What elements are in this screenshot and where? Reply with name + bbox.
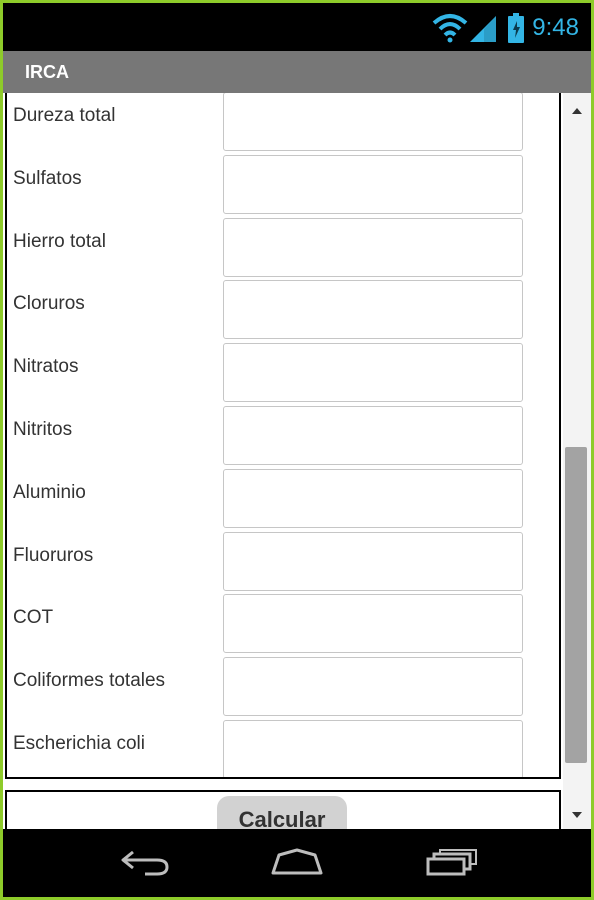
field-label: Coliformes totales	[13, 670, 166, 692]
nitritos-input[interactable]	[223, 405, 523, 465]
app-title: IRCA	[25, 62, 69, 82]
sulfatos-input[interactable]	[223, 154, 523, 214]
field-label: COT	[13, 607, 54, 629]
form-row: Aluminio	[7, 468, 559, 531]
status-clock: 9:48	[532, 14, 579, 41]
field-label: Nitritos	[13, 418, 73, 440]
form-row: Nitratos	[7, 342, 559, 405]
nitratos-input[interactable]	[223, 343, 523, 403]
vertical-scrollbar[interactable]	[563, 93, 591, 829]
field-label: Escherichia coli	[13, 732, 145, 754]
form-row: Coliformes totales	[7, 656, 559, 719]
form-panel: Dureza total Sulfatos Hierro total Cloru…	[5, 93, 561, 779]
title-bar: IRCA	[3, 51, 591, 93]
scroll-up-arrow-icon[interactable]	[563, 101, 591, 121]
hierro-total-input[interactable]	[223, 217, 523, 277]
recent-apps-icon[interactable]	[421, 843, 481, 881]
field-label: Cloruros	[13, 293, 85, 315]
field-label: Dureza total	[13, 105, 116, 126]
dureza-total-input[interactable]	[223, 93, 523, 151]
back-icon[interactable]	[115, 843, 175, 881]
field-label: Fluoruros	[13, 544, 94, 566]
status-icons: 9:48	[432, 11, 579, 45]
form-row: Escherichia coli	[7, 719, 559, 777]
escherichia-coli-input[interactable]	[223, 719, 523, 777]
coliformes-totales-input[interactable]	[223, 657, 523, 717]
form-row: Cloruros	[7, 279, 559, 342]
form-row: Sulfatos	[7, 154, 559, 217]
scrollbar-thumb[interactable]	[565, 447, 587, 763]
field-label: Hierro total	[13, 230, 106, 252]
form-rows: Dureza total Sulfatos Hierro total Cloru…	[7, 93, 559, 777]
field-label: Nitratos	[13, 356, 79, 378]
form-row: Dureza total	[7, 93, 559, 154]
device-screen: 9:48 IRCA Dureza total Sulfatos Hierro t…	[3, 3, 591, 897]
battery-icon	[508, 13, 525, 43]
home-icon[interactable]	[267, 843, 327, 881]
field-label: Aluminio	[13, 481, 86, 503]
form-row: Hierro total	[7, 217, 559, 280]
screen-content: Dureza total Sulfatos Hierro total Cloru…	[3, 93, 591, 842]
form-row: Nitritos	[7, 405, 559, 468]
form-row: Fluoruros	[7, 531, 559, 594]
navigation-bar	[3, 829, 591, 897]
signal-icon	[470, 16, 497, 42]
aluminio-input[interactable]	[223, 468, 523, 528]
form-row: COT	[7, 593, 559, 656]
cot-input[interactable]	[223, 594, 523, 654]
status-bar: 9:48	[3, 3, 591, 51]
wifi-icon	[432, 14, 468, 43]
cloruros-input[interactable]	[223, 280, 523, 340]
field-label: Sulfatos	[13, 167, 82, 189]
scroll-down-arrow-icon[interactable]	[563, 805, 591, 825]
fluoruros-input[interactable]	[223, 531, 523, 591]
